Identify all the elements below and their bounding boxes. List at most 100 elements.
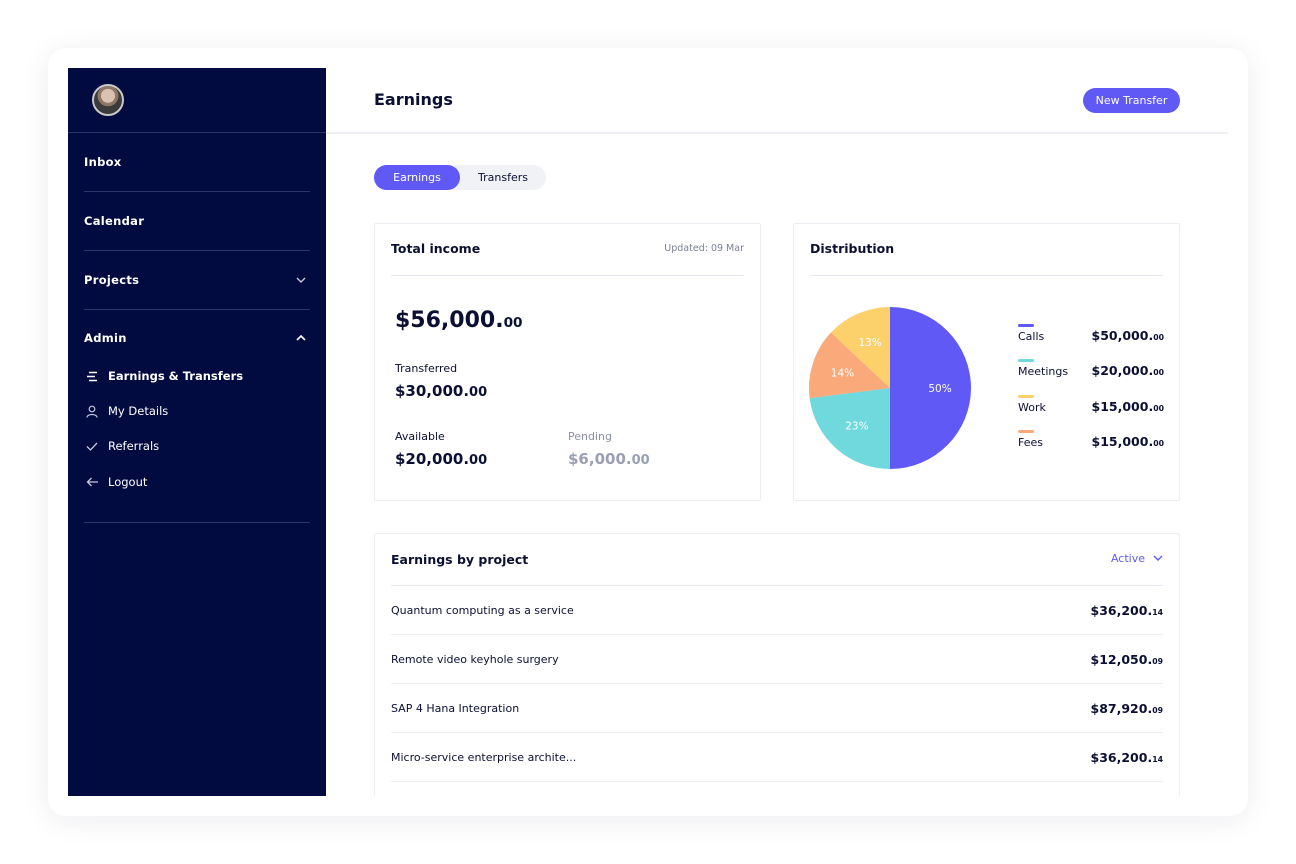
card-title: Total income [391,241,481,256]
legend-swatch [1018,324,1034,327]
chevron-up-icon [296,333,306,344]
sidebar-subitem-logout[interactable]: Logout [84,470,310,494]
legend-label: Calls [1018,330,1045,343]
sidebar-subitem-referrals[interactable]: Referrals [84,434,310,458]
page-title: Earnings [374,90,453,109]
project-name: Remote video keyhole surgery [391,652,559,666]
pie-slice-label: 14% [831,368,854,380]
project-name: SAP 4 Hana Integration [391,701,520,715]
legend-value: $20,000.00 [1092,363,1164,378]
sidebar-divider [84,522,310,523]
sidebar-item-inbox[interactable]: Inbox [84,133,310,192]
value-main: $15,000. [1091,399,1154,414]
project-amount: $12,050.09 [1091,652,1163,667]
user-icon [84,403,100,419]
amount-cents: 00 [503,315,523,331]
amount-cents: 09 [1152,705,1163,715]
legend-swatch [1018,395,1034,398]
value-main: $15,000. [1091,434,1154,449]
project-row[interactable]: Micro-service enterprise archite... $36,… [391,733,1163,782]
pending-label: Pending [568,430,612,443]
project-name: Quantum computing as a service [391,603,574,617]
list-icon [84,368,100,384]
legend-label: Fees [1018,436,1043,449]
subnav-label: Earnings & Transfers [108,369,244,383]
new-transfer-button[interactable]: New Transfer [1083,88,1180,113]
sidebar-item-projects[interactable]: Projects [84,251,310,310]
project-row[interactable]: SAP 4 Hana Integration $87,920.09 [391,684,1163,733]
chevron-down-icon [296,275,306,286]
amount-cents: 09 [1152,656,1163,666]
tab-bar: Earnings Transfers [374,165,546,190]
legend-item-meetings: Meetings $20,000.00 [1018,359,1164,379]
amount-main: $20,000. [395,450,470,468]
value-cents: 00 [1153,439,1164,448]
project-amount: $36,200.14 [1091,750,1163,765]
sidebar-item-admin[interactable]: Admin [84,310,310,366]
legend-swatch [1018,359,1034,362]
amount-main: $56,000. [395,308,504,333]
transferred-amount: $30,000.00 [395,382,487,400]
total-income-card: Total income Updated: 09 Mar $56,000.00 … [374,223,761,501]
subnav-label: My Details [108,404,169,418]
sidebar-item-label: Calendar [84,214,145,228]
project-amount: $36,200.14 [1091,603,1163,618]
subnav-label: Logout [108,475,148,489]
pie-slice-label: 23% [845,421,868,433]
check-icon [84,438,100,454]
amount-cents: 00 [469,453,488,468]
distribution-card: Distribution 50% 23% 14% 13% Calls $50,000.… [793,223,1180,501]
legend-label: Work [1018,401,1046,414]
legend-item-fees: Fees $15,000.00 [1018,430,1164,450]
sidebar-subitem-earnings-transfers[interactable]: Earnings & Transfers [84,364,310,388]
status-filter-dropdown[interactable]: Active [1111,552,1163,565]
legend-value: $50,000.00 [1092,328,1164,343]
sidebar: Inbox Calendar Projects Admin Earnings &… [68,68,326,796]
transferred-label: Transferred [395,362,458,375]
sidebar-item-label: Inbox [84,155,122,169]
sidebar-item-label: Admin [84,331,127,345]
amount-cents: 14 [1152,754,1163,764]
card-divider [391,275,744,276]
project-row[interactable]: Quantum computing as a service $36,200.1… [391,586,1163,635]
available-label: Available [395,430,445,443]
sidebar-subitem-my-details[interactable]: My Details [84,399,310,423]
earnings-by-project-card: Earnings by project Active Quantum compu… [374,533,1180,796]
sidebar-item-calendar[interactable]: Calendar [84,192,310,251]
value-cents: 00 [1153,404,1164,413]
user-avatar[interactable] [92,84,124,116]
card-divider [810,275,1163,276]
amount-main: $87,920. [1090,700,1153,716]
card-title: Earnings by project [391,552,529,567]
value-cents: 00 [1153,368,1164,377]
value-main: $50,000. [1091,328,1154,343]
project-row[interactable]: Remote video keyhole surgery $12,050.09 [391,635,1163,684]
updated-date: Updated: 09 Mar [664,243,744,254]
pie-slice-label: 50% [928,383,951,395]
tab-earnings[interactable]: Earnings [374,165,460,190]
distribution-pie-chart: 50% 23% 14% 13% [809,307,971,469]
tab-transfers[interactable]: Transfers [460,165,546,190]
value-cents: 00 [1153,333,1164,342]
total-income-amount: $56,000.00 [395,308,523,333]
amount-cents: 00 [469,385,488,400]
legend-value: $15,000.00 [1092,434,1164,449]
project-amount: $87,920.09 [1091,701,1163,716]
header-divider [326,132,1228,134]
legend-item-work: Work $15,000.00 [1018,395,1164,415]
sidebar-item-label: Projects [84,273,140,287]
amount-cents: 00 [631,453,650,468]
legend-label: Meetings [1018,365,1069,378]
amount-main: $36,200. [1090,602,1153,618]
arrow-left-icon [84,474,100,490]
chevron-down-icon [1153,553,1163,564]
legend-swatch [1018,430,1034,433]
legend-value: $15,000.00 [1092,399,1164,414]
project-name: Micro-service enterprise archite... [391,750,577,764]
value-main: $20,000. [1091,363,1154,378]
card-title: Distribution [810,241,895,256]
amount-main: $30,000. [395,382,470,400]
available-amount: $20,000.00 [395,450,487,468]
pending-amount: $6,000.00 [568,450,650,468]
amount-main: $12,050. [1090,651,1153,667]
